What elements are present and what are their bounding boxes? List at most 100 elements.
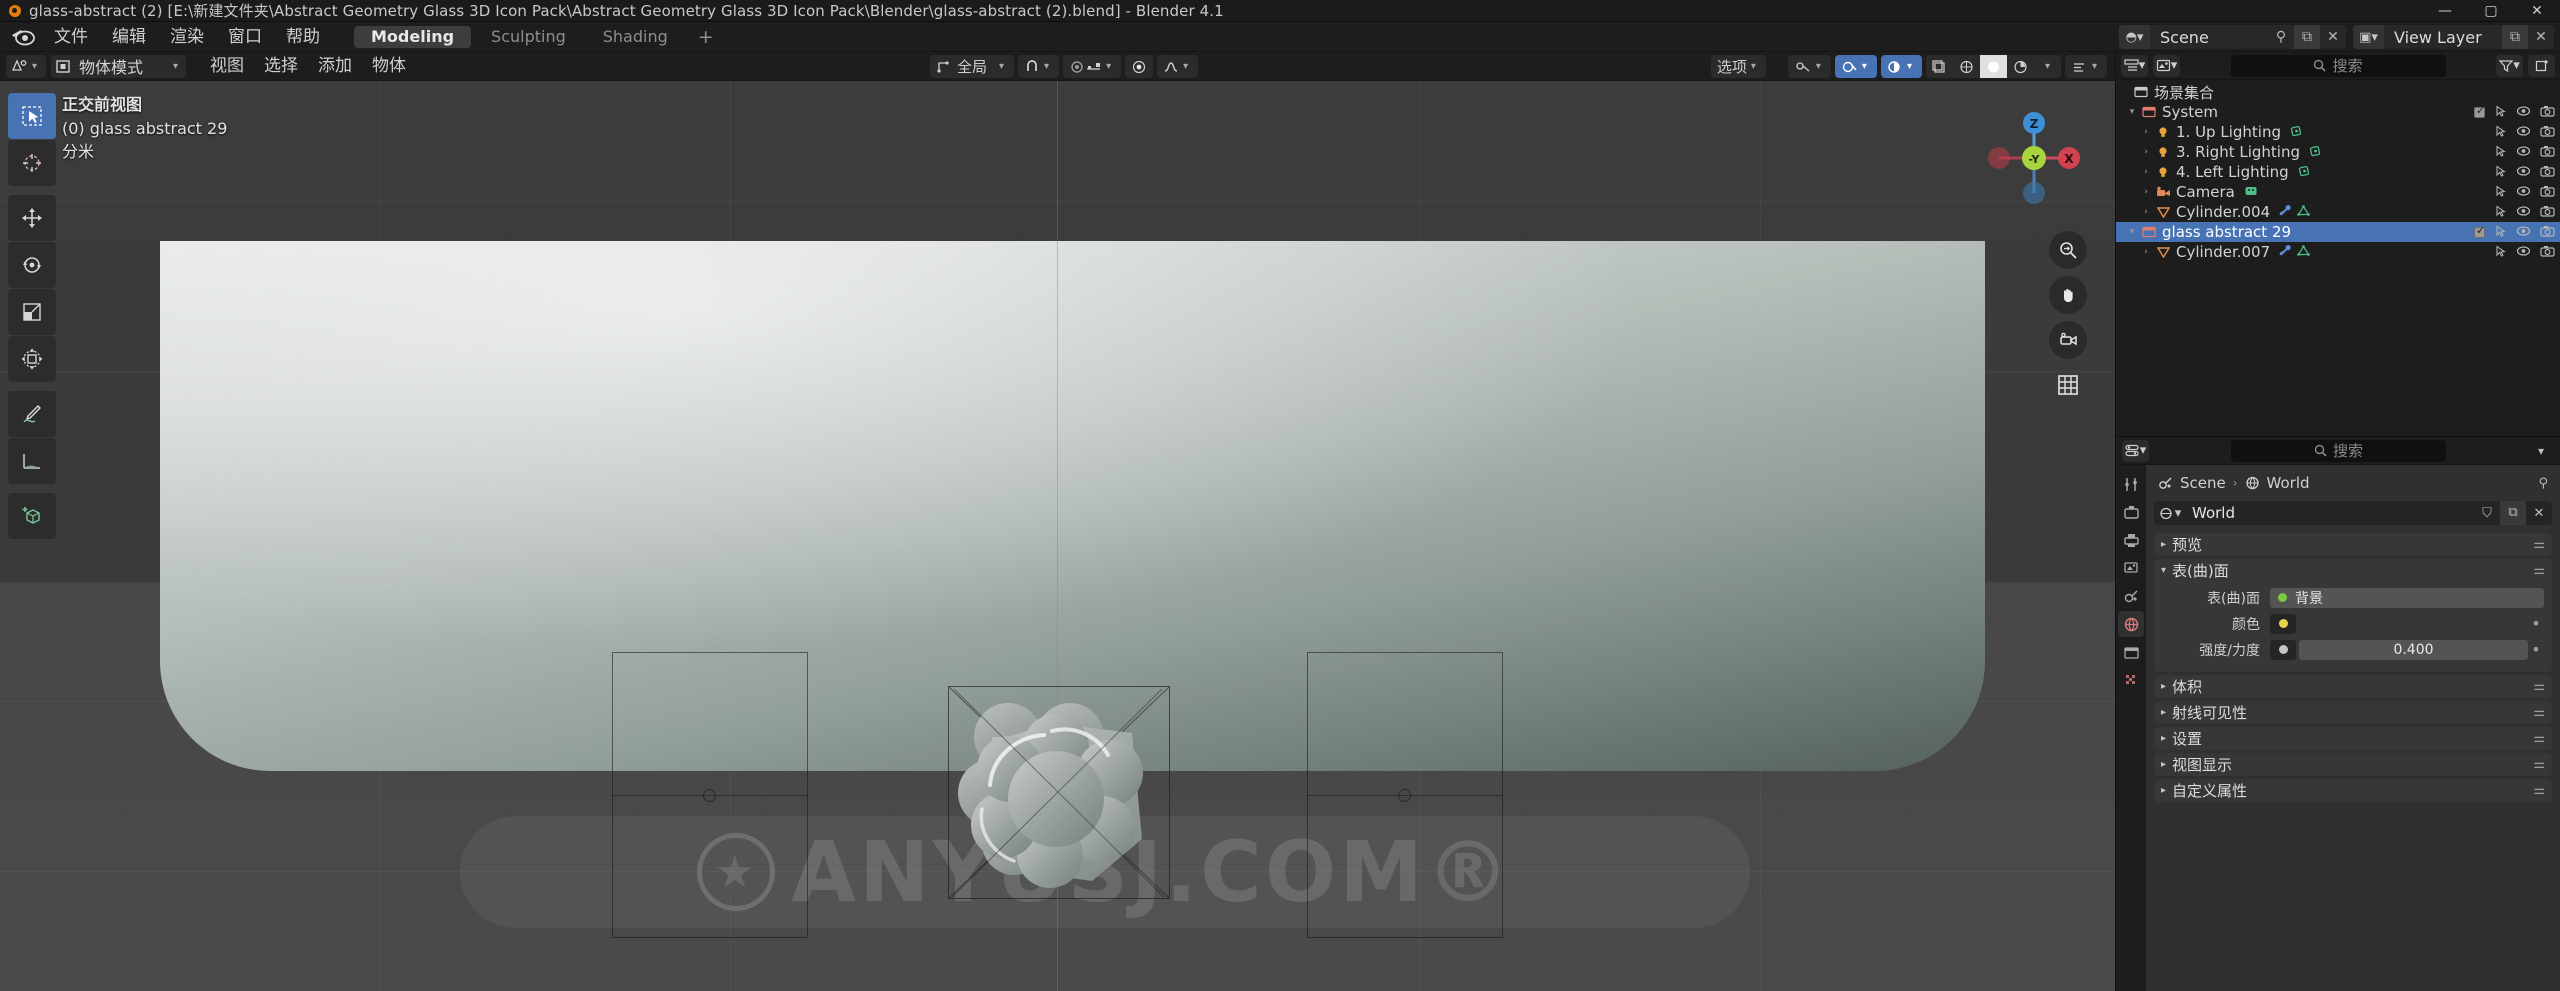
mode-selector[interactable]: 物体模式 ▾ bbox=[51, 54, 187, 78]
disable-in-render-icon[interactable] bbox=[2540, 145, 2555, 160]
glass-abstract-object[interactable] bbox=[952, 689, 1164, 897]
close-icon[interactable]: ✕ bbox=[2528, 25, 2554, 49]
panel-preview[interactable]: ▸ 预览 ⚌ bbox=[2154, 533, 2552, 556]
menu-help[interactable]: 帮助 bbox=[274, 22, 332, 52]
restrict-select-icon[interactable] bbox=[2494, 184, 2507, 200]
restrict-select-icon[interactable] bbox=[2494, 124, 2507, 140]
color-swatch[interactable] bbox=[2278, 619, 2288, 628]
panel-surface-header[interactable]: ▾ 表(曲)面 ⚌ bbox=[2154, 559, 2552, 582]
menu-edit[interactable]: 编辑 bbox=[100, 22, 158, 52]
tab-view-layer[interactable] bbox=[2118, 555, 2144, 581]
tab-sculpting[interactable]: Sculpting bbox=[474, 26, 583, 48]
modifier-icon[interactable] bbox=[2279, 203, 2292, 221]
tool-annotate[interactable] bbox=[8, 391, 56, 437]
tab-scene[interactable] bbox=[2118, 583, 2144, 609]
viewport-canvas[interactable]: ★ ANYUSJ.COM® 正交前视图 (0) glass abstract 2… bbox=[0, 81, 2115, 991]
disable-in-render-icon[interactable] bbox=[2540, 185, 2555, 200]
restrict-select-icon[interactable] bbox=[2494, 144, 2507, 160]
disclosure-icon[interactable]: › bbox=[2138, 147, 2154, 157]
restrict-select-icon[interactable] bbox=[2494, 204, 2507, 220]
options-dropdown[interactable]: 选项 ▾ bbox=[1710, 55, 1766, 78]
hide-in-viewport-icon[interactable] bbox=[2516, 105, 2531, 120]
mesh-data-icon[interactable] bbox=[2297, 243, 2310, 261]
panel-视图显示[interactable]: ▸ 视图显示 ⚌ bbox=[2154, 753, 2552, 776]
tool-cursor[interactable] bbox=[8, 140, 56, 186]
disclosure-icon[interactable]: › bbox=[2138, 207, 2154, 217]
scene-datablock[interactable]: ◓▾ Scene ⚲ ⧉ ✕ bbox=[2119, 25, 2346, 49]
panel-体积[interactable]: ▸ 体积 ⚌ bbox=[2154, 675, 2552, 698]
disclosure-icon[interactable]: › bbox=[2138, 187, 2154, 197]
outliner-row[interactable]: › 3. Right Lighting bbox=[2116, 142, 2560, 162]
gizmo-toggle[interactable]: ▾ bbox=[1787, 55, 1831, 78]
shading-solid-button[interactable] bbox=[1953, 55, 1980, 78]
hide-in-viewport-icon[interactable] bbox=[2516, 145, 2531, 160]
disclosure-icon[interactable]: › bbox=[2138, 167, 2154, 177]
animate-property-icon[interactable]: • bbox=[2528, 614, 2544, 633]
panel-射线可见性[interactable]: ▸ 射线可见性 ⚌ bbox=[2154, 701, 2552, 724]
new-collection-icon[interactable] bbox=[2528, 54, 2555, 77]
panel-header[interactable]: ▸ 自定义属性 ⚌ bbox=[2154, 779, 2552, 802]
light-data-icon[interactable] bbox=[2290, 123, 2303, 141]
shading-material-preview-button[interactable] bbox=[1979, 55, 2007, 78]
disclosure-icon[interactable]: ▾ bbox=[2124, 107, 2140, 117]
camera-data-icon[interactable] bbox=[2244, 183, 2258, 201]
animate-property-icon[interactable]: • bbox=[2528, 640, 2544, 659]
tab-shading[interactable]: Shading bbox=[586, 26, 685, 48]
close-icon[interactable]: ✕ bbox=[2320, 25, 2346, 49]
viewport-menu-add[interactable]: 添加 bbox=[308, 52, 362, 81]
disclosure-icon[interactable]: ▾ bbox=[2124, 227, 2140, 237]
tab-modeling[interactable]: Modeling bbox=[354, 25, 472, 48]
outliner-row[interactable]: › Cylinder.004 bbox=[2116, 202, 2560, 222]
new-world-icon[interactable]: ⧉ bbox=[2500, 501, 2526, 525]
restrict-select-icon[interactable] bbox=[2494, 164, 2507, 180]
outliner-row[interactable]: › Cylinder.007 bbox=[2116, 242, 2560, 262]
overlays-toggle[interactable]: ▾ bbox=[1834, 55, 1877, 78]
exclude-checkbox[interactable] bbox=[2474, 104, 2485, 118]
panel-设置[interactable]: ▸ 设置 ⚌ bbox=[2154, 727, 2552, 750]
exclude-checkbox[interactable] bbox=[2474, 224, 2485, 238]
menu-render[interactable]: 渲染 bbox=[158, 22, 216, 52]
tab-world[interactable] bbox=[2118, 611, 2144, 637]
restrict-select-icon[interactable] bbox=[2494, 104, 2507, 120]
disable-in-render-icon[interactable] bbox=[2540, 105, 2555, 120]
fake-user-icon[interactable]: ⛉ bbox=[2474, 506, 2500, 521]
panel-header[interactable]: ▸ 视图显示 ⚌ bbox=[2154, 753, 2552, 776]
editor-type-3dview-icon[interactable]: ▾ bbox=[6, 54, 47, 78]
strength-socket[interactable] bbox=[2270, 639, 2296, 660]
outliner-tree[interactable]: 场景集合 ▾ System › 1. Up Lighting › 3. Right Lig… bbox=[2116, 80, 2560, 436]
menu-file[interactable]: 文件 bbox=[42, 22, 100, 52]
editor-type-outliner-icon[interactable]: ▾ bbox=[2121, 54, 2148, 77]
world-datablock-row[interactable]: ▾ World ⛉ ⧉ ✕ bbox=[2154, 501, 2552, 525]
shading-rendered-button[interactable] bbox=[2007, 55, 2034, 78]
tool-scale[interactable] bbox=[8, 289, 56, 335]
add-workspace-button[interactable]: + bbox=[688, 26, 724, 48]
outliner-row[interactable]: ▾ glass abstract 29 bbox=[2116, 222, 2560, 242]
hide-in-viewport-icon[interactable] bbox=[2516, 225, 2531, 240]
shading-dropdown-caret[interactable]: ▾ bbox=[2034, 55, 2061, 78]
light-data-icon[interactable] bbox=[2309, 143, 2322, 161]
hide-in-viewport-icon[interactable] bbox=[2516, 245, 2531, 260]
tool-move[interactable] bbox=[8, 195, 56, 241]
world-name-field[interactable]: World bbox=[2186, 504, 2474, 522]
close-icon[interactable]: ✕ bbox=[2526, 506, 2552, 521]
shading-options-dropdown[interactable]: ▾ bbox=[2064, 55, 2107, 78]
viewport-menu-view[interactable]: 视图 bbox=[200, 52, 254, 81]
properties-search-input[interactable]: 搜索 bbox=[2231, 439, 2446, 462]
shading-wireframe-button[interactable] bbox=[1926, 55, 1953, 78]
pin-icon[interactable]: ⚲ bbox=[2538, 476, 2548, 491]
hide-in-viewport-icon[interactable] bbox=[2516, 165, 2531, 180]
pin-icon[interactable]: ⚲ bbox=[2268, 25, 2294, 49]
zoom-icon[interactable] bbox=[2049, 231, 2087, 269]
outliner-row[interactable]: ▾ System bbox=[2116, 102, 2560, 122]
editor-type-properties-icon[interactable]: ▾ bbox=[2122, 439, 2149, 462]
tool-select-box[interactable] bbox=[8, 93, 56, 139]
restrict-select-icon[interactable] bbox=[2494, 224, 2507, 240]
tab-texture[interactable] bbox=[2118, 667, 2144, 693]
toggle-ortho-grid-icon[interactable] bbox=[2049, 366, 2087, 404]
tool-add-cube[interactable] bbox=[8, 493, 56, 539]
properties-options-caret[interactable]: ▾ bbox=[2528, 444, 2554, 458]
falloff-dropdown[interactable] bbox=[1125, 55, 1154, 78]
disable-in-render-icon[interactable] bbox=[2540, 125, 2555, 140]
viewport-menu-object[interactable]: 物体 bbox=[362, 52, 416, 81]
panel-preview-header[interactable]: ▸ 预览 ⚌ bbox=[2154, 533, 2552, 556]
